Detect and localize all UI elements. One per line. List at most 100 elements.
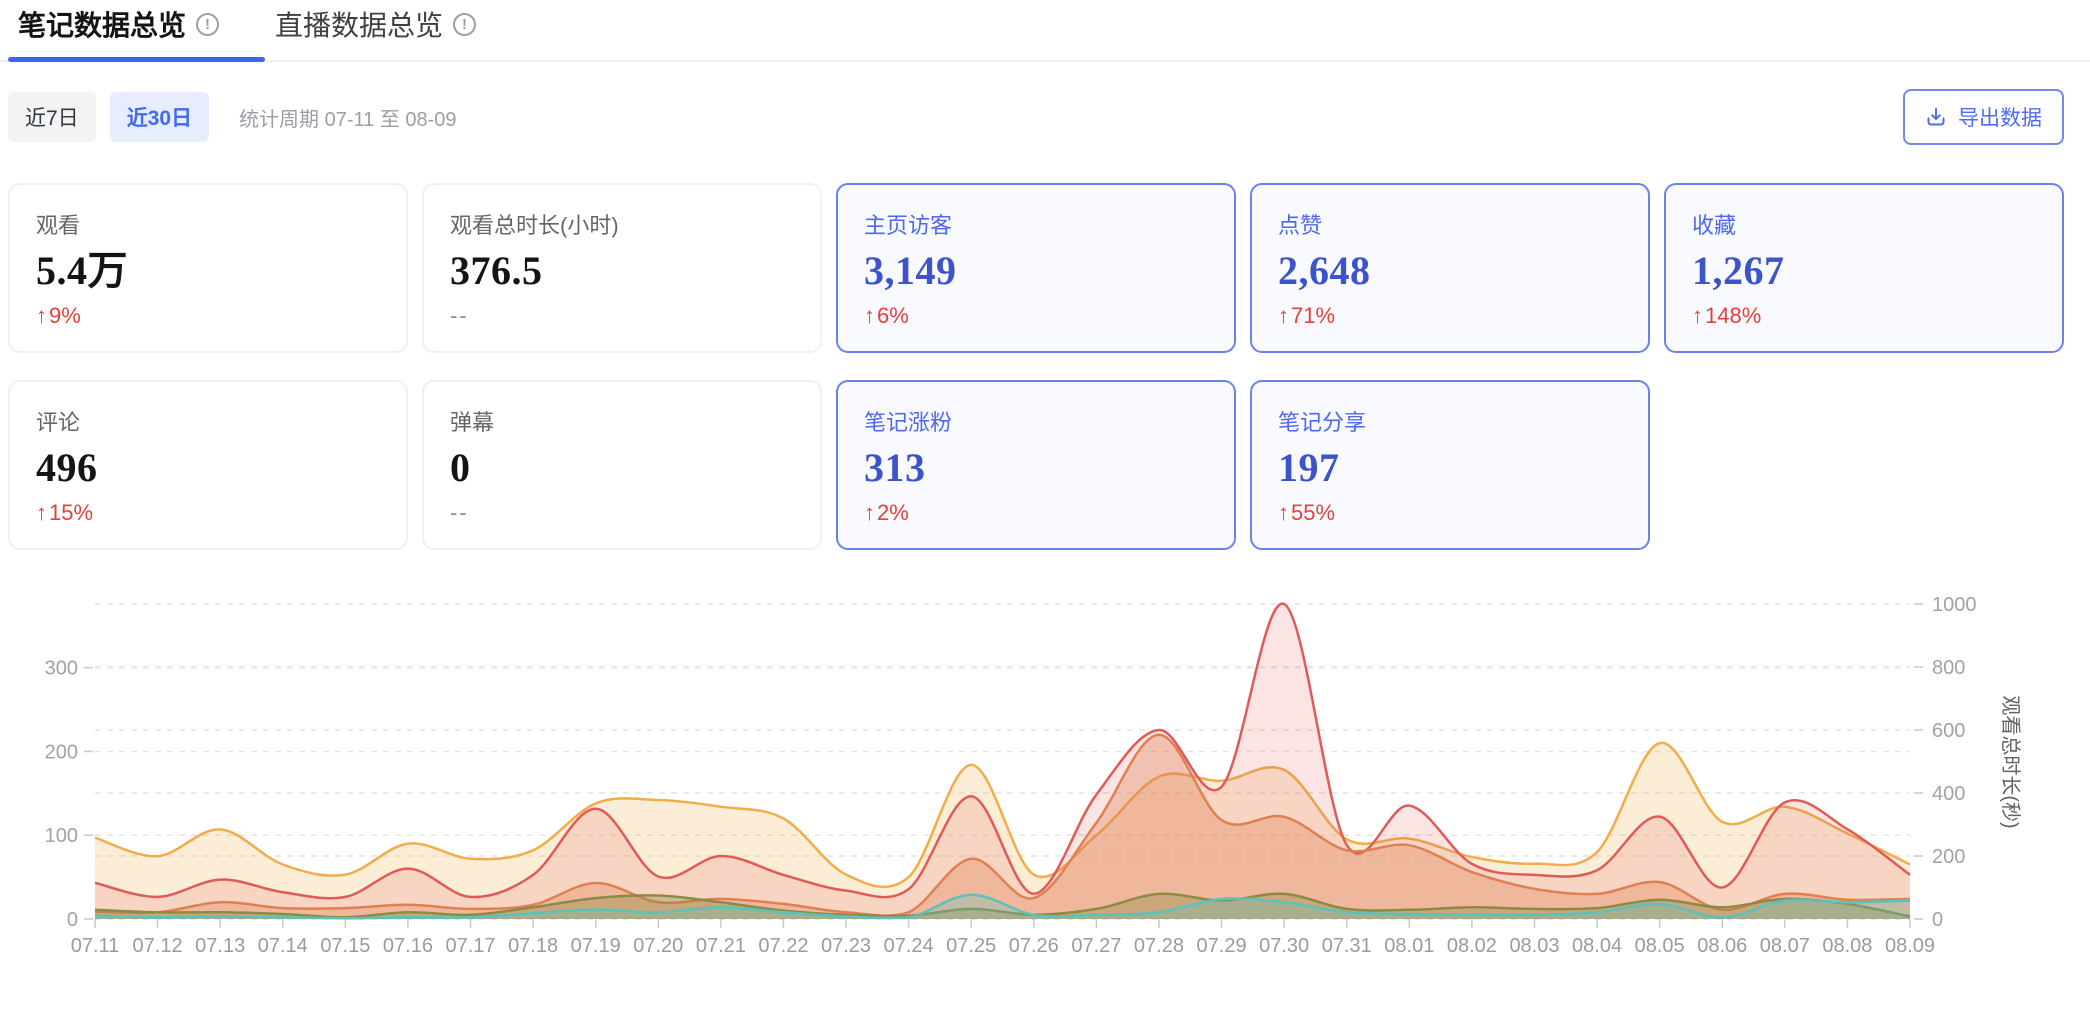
active-tab-underline [8,57,265,62]
x-axis-label: 07.12 [133,935,183,957]
up-arrow-icon: ↑ [1692,303,1703,328]
x-axis-label: 07.19 [571,935,621,957]
up-arrow-icon: ↑ [864,303,875,328]
change-percent: 15% [49,500,93,525]
x-axis-label: 07.21 [696,935,746,957]
stat-cards: 观看5.4万↑9%观看总时长(小时)376.5--主页访客3,149↑6%点赞2… [8,183,2064,550]
x-axis-label: 07.31 [1322,935,1372,957]
x-axis-label: 07.23 [821,935,871,957]
x-axis-label: 07.29 [1197,935,1247,957]
left-axis-label: 100 [45,825,78,847]
right-axis-name: 观看总时长(秒) [1999,695,2022,828]
left-axis-label: 0 [67,909,78,931]
x-axis-label: 07.20 [633,935,683,957]
x-axis-label: 07.18 [508,935,558,957]
download-icon [1925,106,1947,128]
card-label: 笔记涨粉 [864,405,1208,437]
x-axis-label: 08.06 [1697,935,1747,957]
card-value: 376.5 [450,249,794,293]
overview-area-chart[interactable]: 01002003000200400600800100007.1107.1207.… [0,594,2090,1006]
card-label: 收藏 [1692,208,2036,240]
tab-live-data-overview[interactable]: 直播数据总览 ! [265,4,522,60]
stat-card-2[interactable]: 观看总时长(小时) 376.5 -- [422,183,822,353]
x-axis-label: 07.27 [1071,935,1121,957]
x-axis-label: 07.25 [946,935,996,957]
card-change: ↑9% [36,303,380,329]
card-label: 评论 [36,405,380,437]
card-change: ↑6% [864,303,1208,329]
card-label: 主页访客 [864,208,1208,240]
card-value: 197 [1278,446,1622,490]
change-percent: 6% [877,303,909,328]
up-arrow-icon: ↑ [1278,303,1289,328]
tab-note-data-overview[interactable]: 笔记数据总览 ! [8,4,265,60]
tab-label: 直播数据总览 [275,4,443,44]
up-arrow-icon: ↑ [1278,500,1289,525]
card-value: 496 [36,446,380,490]
x-axis-label: 07.16 [383,935,433,957]
x-axis-label: 08.01 [1384,935,1434,957]
card-value: 313 [864,446,1208,490]
card-label: 点赞 [1278,208,1622,240]
right-axis-label: 0 [1932,909,1943,931]
export-data-button[interactable]: 导出数据 [1903,89,2064,145]
card-value: 2,648 [1278,249,1622,293]
stat-card-6[interactable]: 评论 496 ↑15% [8,380,408,550]
card-value: 0 [450,446,794,490]
change-percent: 148% [1705,303,1761,328]
tab-bar: 笔记数据总览 ! 直播数据总览 ! [0,0,2090,62]
up-arrow-icon: ↑ [36,500,47,525]
card-change: ↑15% [36,500,380,526]
x-axis-label: 08.02 [1447,935,1497,957]
right-axis-label: 400 [1932,783,1965,805]
left-axis-label: 300 [45,658,78,680]
x-axis-label: 08.03 [1509,935,1559,957]
range-7d-button[interactable]: 近7日 [8,92,96,142]
card-value: 5.4万 [36,249,380,293]
card-label: 观看总时长(小时) [450,208,794,240]
change-percent: 9% [49,303,81,328]
x-axis-label: 07.22 [758,935,808,957]
stat-card-4[interactable]: 点赞 2,648 ↑71% [1250,183,1650,353]
stat-card-9[interactable]: 笔记分享197↑55% [1250,380,1650,550]
x-axis-label: 08.05 [1635,935,1685,957]
up-arrow-icon: ↑ [36,303,47,328]
x-axis-label: 07.11 [71,935,120,957]
card-change: -- [450,500,794,526]
card-value: 3,149 [864,249,1208,293]
card-value: 1,267 [1692,249,2036,293]
card-change: ↑148% [1692,303,2036,329]
change-percent: 2% [877,500,909,525]
card-label: 弹幕 [450,405,794,437]
stat-card-1[interactable]: 观看 5.4万 ↑9% [8,183,408,353]
x-axis-label: 07.28 [1134,935,1184,957]
info-icon[interactable]: ! [196,13,219,36]
card-change: -- [450,303,794,329]
range-30d-button[interactable]: 近30日 [110,92,209,142]
x-axis-label: 08.04 [1572,935,1622,957]
tab-label: 笔记数据总览 [18,4,186,44]
x-axis-label: 08.08 [1822,935,1872,957]
stat-card-8[interactable]: 笔记涨粉 313 ↑2% [836,380,1236,550]
x-axis-label: 07.24 [884,935,934,957]
x-axis-label: 08.07 [1760,935,1810,957]
x-axis-label: 07.17 [445,935,495,957]
left-axis-label: 200 [45,741,78,763]
x-axis-label: 07.14 [258,935,308,957]
stat-card-5[interactable]: 收藏 1,267 ↑148% [1664,183,2064,353]
toolbar: 近7日 近30日 统计周期 07-11 至 08-09 导出数据 [8,89,2064,145]
change-percent: 71% [1291,303,1335,328]
change-percent: 55% [1291,500,1335,525]
card-change: ↑2% [864,500,1208,526]
x-axis-label: 07.13 [195,935,245,957]
x-axis-label: 08.09 [1885,935,1935,957]
card-label: 观看 [36,208,380,240]
up-arrow-icon: ↑ [864,500,875,525]
stat-card-3[interactable]: 主页访客 3,149 ↑6% [836,183,1236,353]
right-axis-label: 1000 [1932,594,1977,616]
stat-card-7[interactable]: 弹幕 0 -- [422,380,822,550]
card-change: ↑71% [1278,303,1622,329]
x-axis-label: 07.15 [320,935,370,957]
right-axis-label: 200 [1932,846,1965,868]
info-icon[interactable]: ! [453,13,476,36]
